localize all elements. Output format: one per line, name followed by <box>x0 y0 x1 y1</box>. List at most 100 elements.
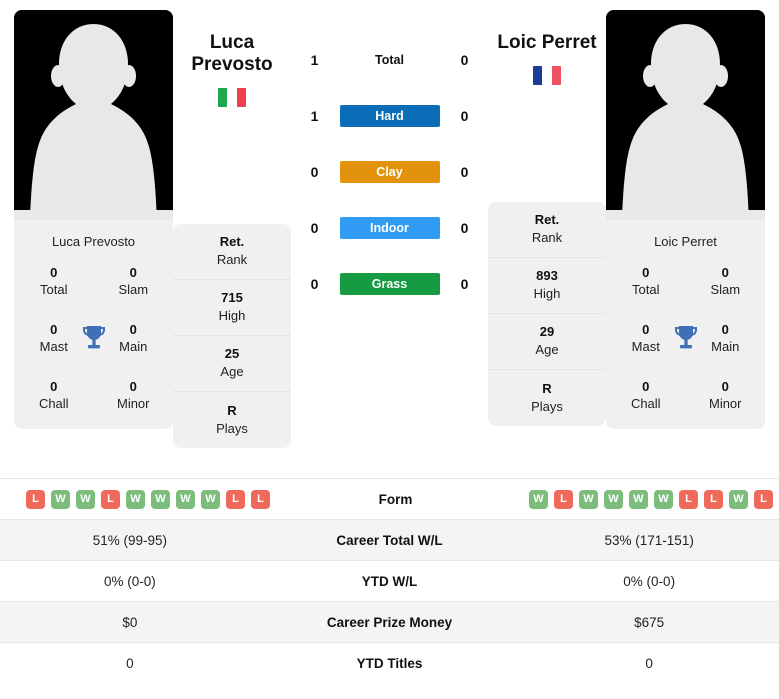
right-profile-card: Ret. Rank 893 High 29 Age R Plays <box>488 201 606 426</box>
right-titles-minor: 0 Minor <box>686 378 766 413</box>
form-badge-win[interactable]: W <box>201 489 220 509</box>
left-titles-heading: Luca Prevosto <box>51 234 136 249</box>
right-player-avatar[interactable] <box>606 10 765 220</box>
row-label: YTD Titles <box>356 655 423 671</box>
value: 0 <box>129 378 137 394</box>
left-player-avatar[interactable] <box>14 10 173 220</box>
right-profile-plays: R Plays <box>488 370 606 426</box>
h2h-surface-badge-hard[interactable]: Hard <box>339 105 440 127</box>
right-value: $675 <box>634 614 665 630</box>
right-profile-high: 893 High <box>488 258 606 314</box>
value: 29 <box>539 324 555 340</box>
label: Rank <box>216 252 248 268</box>
avatar-silhouette-icon <box>14 10 173 220</box>
right-player-name[interactable]: Loic Perret <box>488 32 606 54</box>
left-form-cell: LWWLWWWWLL <box>0 489 276 509</box>
h2h-surface-badge-clay[interactable]: Clay <box>339 161 440 183</box>
form-badge-win[interactable]: W <box>126 489 145 509</box>
value: 0 <box>50 264 58 280</box>
right-titles-total: 0 Total <box>606 264 686 299</box>
label: Chall <box>630 396 661 412</box>
flag-band-3 <box>551 65 561 85</box>
form-badge-loss[interactable]: L <box>101 489 120 509</box>
row-label: Career Prize Money <box>326 614 453 630</box>
left-value: 0 <box>126 655 134 671</box>
value: R <box>542 380 552 396</box>
label: Rank <box>531 230 563 246</box>
form-badge-win[interactable]: W <box>151 489 170 509</box>
left-value: 51% (99-95) <box>92 532 167 548</box>
label: Chall <box>38 396 69 412</box>
right-player-panel: Loic Perret 0 Total 0 Slam 0 Mast 0 Main… <box>606 10 765 429</box>
form-badge-loss[interactable]: L <box>754 489 773 509</box>
form-badge-loss[interactable]: L <box>226 489 245 509</box>
row-label: Career Total W/L <box>336 532 443 548</box>
form-badge-win[interactable]: W <box>76 489 95 509</box>
value: 0 <box>50 378 58 394</box>
form-badge-win[interactable]: W <box>529 489 548 509</box>
label: Minor <box>708 396 742 412</box>
value: 0 <box>129 264 137 280</box>
right-value: 0% (0-0) <box>623 573 676 589</box>
form-badge-win[interactable]: W <box>729 489 748 509</box>
h2h-surface-badge-indoor[interactable]: Indoor <box>339 217 440 239</box>
left-titles-grid: 0 Total 0 Slam 0 Mast 0 Main 0 Chall 0 M… <box>14 264 173 413</box>
left-profile-card: Ret. Rank 715 High 25 Age R Plays <box>173 223 291 448</box>
form-badge-loss[interactable]: L <box>251 489 270 509</box>
h2h-row-clay: 0 Clay 0 <box>291 144 488 200</box>
form-badge-win[interactable]: W <box>629 489 648 509</box>
form-badge-win[interactable]: W <box>604 489 623 509</box>
right-titles-chall: 0 Chall <box>606 378 686 413</box>
left-name-column: Luca Prevosto Ret. Rank 715 High 25 Age … <box>173 10 291 448</box>
left-profile-rank: Ret. Rank <box>173 224 291 280</box>
form-badge-loss[interactable]: L <box>26 489 45 509</box>
form-badge-win[interactable]: W <box>654 489 673 509</box>
label: Total <box>40 282 68 298</box>
right-profile-age: 29 Age <box>488 314 606 370</box>
trophy-icon <box>673 324 699 352</box>
left-titles-chall: 0 Chall <box>14 378 94 413</box>
row-label: YTD W/L <box>361 573 418 589</box>
h2h-surface-label: Total <box>375 53 404 67</box>
h2h-right-score: 0 <box>460 108 469 124</box>
value: 0 <box>721 378 729 394</box>
flag-band-1 <box>533 65 543 85</box>
value: 715 <box>221 290 243 305</box>
form-badge-loss[interactable]: L <box>679 489 698 509</box>
avatar-silhouette-icon <box>606 10 765 220</box>
h2h-right-score: 0 <box>460 276 469 292</box>
value: 0 <box>642 378 650 394</box>
right-titles-card: Loic Perret 0 Total 0 Slam 0 Mast 0 Main… <box>606 220 765 429</box>
form-badge-loss[interactable]: L <box>554 489 573 509</box>
right-form-cell: WLWWWWLLWL <box>515 489 779 509</box>
flag-band-2 <box>227 87 237 107</box>
head-to-head-column: 1 Total 0 1 Hard 0 0 Clay 0 0 Indoor 0 0 <box>291 10 488 312</box>
value: 0 <box>642 264 650 280</box>
table-row-career-wl: 51% (99-95) Career Total W/L 53% (171-15… <box>0 519 779 560</box>
form-badge-win[interactable]: W <box>579 489 598 509</box>
label: Slam <box>710 282 741 298</box>
left-titles-minor: 0 Minor <box>94 378 174 413</box>
label: Age <box>535 342 559 358</box>
value: Ret. <box>219 234 245 249</box>
value: Ret. <box>534 212 560 228</box>
flag-band-2 <box>542 65 552 85</box>
left-player-name[interactable]: Luca Prevosto <box>173 32 291 76</box>
right-titles-heading: Loic Perret <box>654 234 717 249</box>
form-badge-win[interactable]: W <box>176 489 195 509</box>
h2h-row-indoor: 0 Indoor 0 <box>291 200 488 256</box>
left-titles-slam: 0 Slam <box>94 264 174 299</box>
table-row-ytd-wl: 0% (0-0) YTD W/L 0% (0-0) <box>0 560 779 601</box>
right-titles-grid: 0 Total 0 Slam 0 Mast 0 Main 0 Chall 0 M… <box>606 264 765 413</box>
left-player-panel: Luca Prevosto 0 Total 0 Slam 0 Mast 0 Ma… <box>14 10 173 429</box>
right-profile-rank: Ret. Rank <box>488 202 606 258</box>
label: Age <box>220 364 244 380</box>
value: 25 <box>224 346 240 361</box>
label: Minor <box>116 396 150 412</box>
form-badge-win[interactable]: W <box>51 489 70 509</box>
right-value: 53% (171-151) <box>604 532 694 548</box>
form-badge-loss[interactable]: L <box>704 489 723 509</box>
left-player-name-line1: Luca <box>209 32 255 53</box>
h2h-left-score: 0 <box>310 164 319 180</box>
h2h-surface-badge-grass[interactable]: Grass <box>339 273 440 295</box>
